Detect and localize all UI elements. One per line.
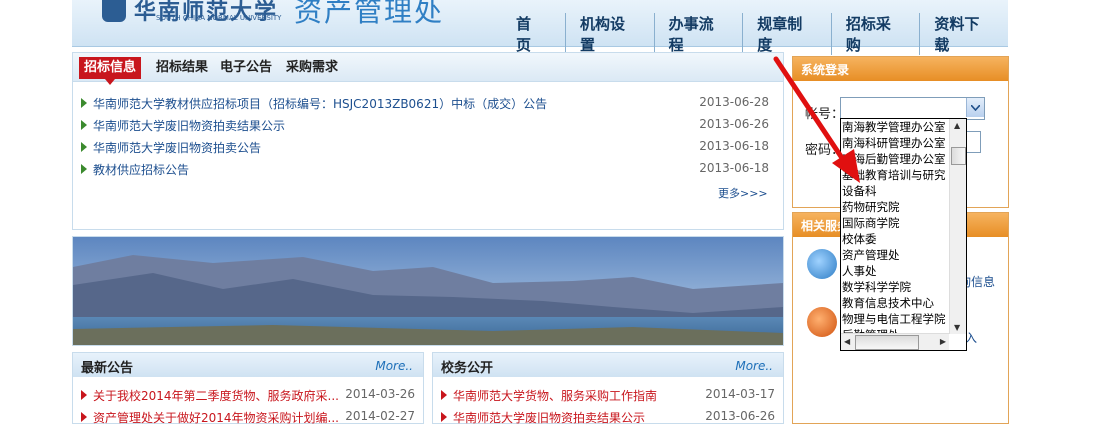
dropdown-option[interactable]: 药物研究院	[841, 199, 950, 215]
red-annotation-arrow-icon	[773, 56, 860, 183]
tender-panel: 招标信息 招标结果 电子公告 采购需求 华南师范大学教材供应招标项目（招标编号：…	[72, 52, 784, 230]
horizontal-scrollbar[interactable]: ◀ ▶	[841, 333, 949, 350]
dropdown-option[interactable]: 数学科学学院	[841, 279, 950, 295]
affairs-title[interactable]: 华南师范大学货物、服务采购工作指南	[453, 387, 657, 404]
nav-regulations[interactable]: 规章制度	[743, 13, 832, 55]
notice-title[interactable]: 资产管理处关于做好2014年物资采购计划编...	[93, 409, 339, 426]
more-link[interactable]: More..	[375, 359, 413, 373]
dropdown-option[interactable]: 校体委	[841, 231, 950, 247]
bullet-arrow-icon	[81, 390, 87, 400]
scroll-thumb[interactable]	[951, 147, 966, 165]
scroll-thumb[interactable]	[855, 335, 919, 350]
nav-downloads[interactable]: 资料下载	[920, 13, 1008, 55]
bullet-arrow-icon	[81, 120, 87, 130]
affairs-title[interactable]: 华南师范大学废旧物资拍卖结果公示	[453, 409, 645, 426]
vertical-scrollbar[interactable]: ▲ ▼	[949, 119, 966, 334]
bullet-arrow-icon	[441, 390, 447, 400]
list-item: 华南师范大学废旧物资拍卖公告 2013-06-18	[81, 139, 771, 157]
tab-tender-results[interactable]: 招标结果	[151, 57, 213, 79]
list-item: 资产管理处关于做好2014年物资采购计划编... 2014-02-27	[81, 409, 415, 427]
bullet-arrow-icon	[81, 412, 87, 422]
list-item: 教材供应招标公告 2013-06-18	[81, 161, 771, 179]
news-title[interactable]: 教材供应招标公告	[93, 161, 189, 178]
panel-title: 最新公告	[81, 361, 134, 376]
bullet-arrow-icon	[441, 412, 447, 422]
dropdown-option[interactable]: 资产管理处	[841, 247, 950, 263]
university-logo	[102, 0, 126, 22]
nav-organization[interactable]: 机构设置	[566, 13, 655, 55]
dropdown-option[interactable]: 设备科	[841, 183, 950, 199]
notice-title[interactable]: 关于我校2014年第二季度货物、服务政府采...	[93, 387, 339, 404]
tender-tabs: 招标信息 招标结果 电子公告 采购需求	[73, 53, 783, 85]
nav-procedures[interactable]: 办事流程	[655, 13, 744, 55]
scroll-left-icon[interactable]: ◀	[844, 337, 850, 346]
dropdown-option[interactable]: 人事处	[841, 263, 950, 279]
tab-e-notices[interactable]: 电子公告	[215, 57, 277, 79]
bullet-arrow-icon	[81, 164, 87, 174]
news-date: 2013-06-26	[699, 117, 769, 131]
panel-title: 校务公开	[441, 361, 494, 376]
affairs-date: 2014-03-17	[705, 387, 775, 401]
logo-english-text: SOUTH CHINA NORMAL UNIVERSITY	[156, 14, 282, 22]
list-item: 华南师范大学废旧物资拍卖结果公示 2013-06-26	[441, 409, 775, 427]
dropdown-option[interactable]: 国际商学院	[841, 215, 950, 231]
affairs-panel: 校务公开 More.. 华南师范大学货物、服务采购工作指南 2014-03-17…	[432, 352, 784, 427]
list-item: 关于我校2014年第二季度货物、服务政府采... 2014-03-26	[81, 387, 415, 405]
landscape-banner	[72, 236, 784, 346]
news-title[interactable]: 华南师范大学废旧物资拍卖结果公示	[93, 117, 285, 134]
scroll-right-icon[interactable]: ▶	[940, 337, 946, 346]
landscape-image	[73, 237, 783, 345]
bullet-arrow-icon	[81, 142, 87, 152]
affairs-date: 2013-06-26	[705, 409, 775, 423]
nav-procurement[interactable]: 招标采购	[832, 13, 921, 55]
dropdown-option[interactable]: 教育信息技术中心	[841, 295, 950, 311]
panel-header: 校务公开 More..	[433, 353, 783, 377]
news-title[interactable]: 华南师范大学废旧物资拍卖公告	[93, 139, 261, 156]
people-icon[interactable]	[807, 249, 837, 279]
news-date: 2013-06-18	[699, 161, 769, 175]
latest-notices-panel: 最新公告 More.. 关于我校2014年第二季度货物、服务政府采... 201…	[72, 352, 424, 427]
notice-date: 2014-02-27	[345, 409, 415, 423]
department-title: 资产管理处	[294, 0, 445, 28]
news-title[interactable]: 华南师范大学教材供应招标项目（招标编号：HSJC2013ZB0621）中标（成交…	[93, 95, 547, 112]
dropdown-option[interactable]: 物理与电信工程学院	[841, 311, 950, 327]
chevron-down-icon[interactable]	[966, 98, 984, 117]
news-date: 2013-06-18	[699, 139, 769, 153]
logo-chinese-text: 华南师范大学	[134, 0, 279, 25]
list-item: 华南师范大学废旧物资拍卖结果公示 2013-06-26	[81, 117, 771, 135]
scroll-up-icon[interactable]: ▲	[954, 121, 960, 130]
main-nav: 首 页 机构设置 办事流程 规章制度 招标采购 资料下载	[502, 13, 1008, 55]
bullet-arrow-icon	[81, 98, 87, 108]
list-item: 华南师范大学货物、服务采购工作指南 2014-03-17	[441, 387, 775, 405]
lifebuoy-icon[interactable]	[807, 307, 837, 337]
list-item: 华南师范大学教材供应招标项目（招标编号：HSJC2013ZB0621）中标（成交…	[81, 95, 771, 113]
more-link[interactable]: 更多>>>	[718, 185, 768, 201]
news-date: 2013-06-28	[699, 95, 769, 109]
more-link[interactable]: More..	[735, 359, 773, 373]
nav-home[interactable]: 首 页	[502, 13, 566, 55]
site-header: 华南师范大学 SOUTH CHINA NORMAL UNIVERSITY 资产管…	[72, 0, 1008, 55]
panel-header: 最新公告 More..	[73, 353, 423, 377]
notice-date: 2014-03-26	[345, 387, 415, 401]
tab-tender-info[interactable]: 招标信息	[79, 57, 142, 85]
scroll-down-icon[interactable]: ▼	[954, 323, 960, 332]
tab-purchase-needs[interactable]: 采购需求	[281, 57, 343, 79]
